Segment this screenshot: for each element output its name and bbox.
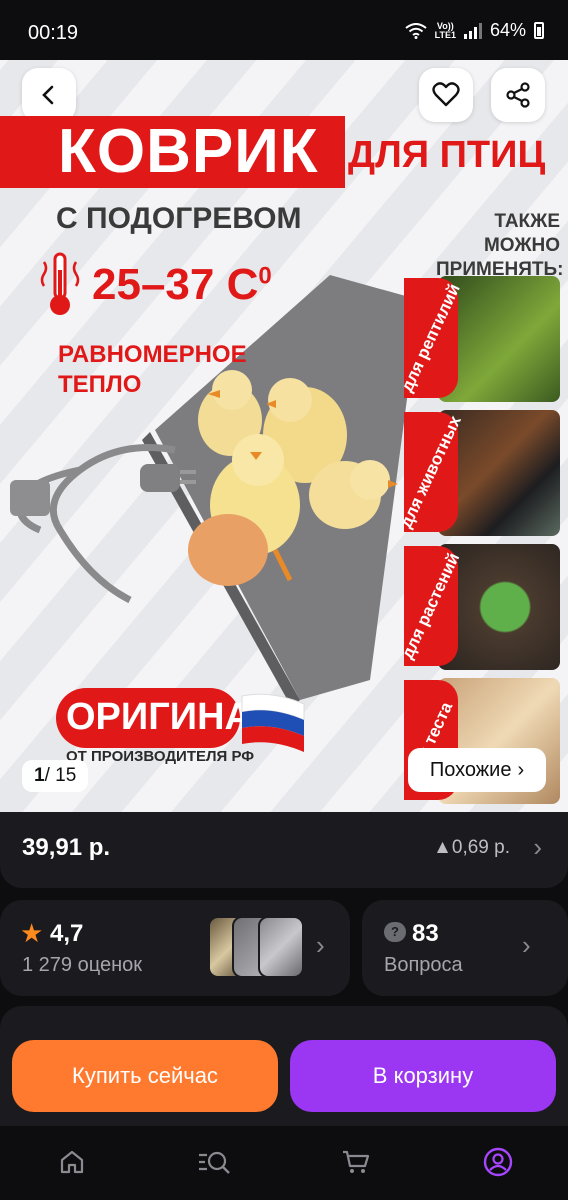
product-title-main: КОВРИК (58, 117, 319, 186)
review-photos (208, 916, 306, 978)
even-heat-line1: РАВНОМЕРНОЕ (58, 341, 247, 368)
triangle-up-icon: ▲ (433, 837, 452, 858)
original-sub-label: ОТ ПРОИЗВОДИТЕЛЯ РФ (66, 748, 255, 765)
price-row[interactable]: 39,91 р. ▲0,69 р. › (0, 812, 568, 888)
back-button[interactable] (22, 68, 76, 122)
nav-home[interactable] (54, 1144, 90, 1180)
share-button[interactable] (491, 68, 545, 122)
star-icon: ★ (20, 918, 44, 948)
similar-button[interactable]: Похожие › (408, 748, 546, 792)
nav-catalog[interactable] (196, 1144, 232, 1180)
chevron-right-icon: › (316, 930, 325, 960)
bottom-nav (0, 1126, 568, 1200)
price-value: 39,91 р. (22, 834, 111, 861)
price-delta-value: 0,69 р. (451, 837, 510, 858)
profile-icon (483, 1147, 513, 1177)
chevron-left-icon (42, 85, 54, 105)
image-counter-total: / 15 (44, 765, 77, 786)
home-icon (60, 1150, 84, 1174)
chevron-right-icon: › (517, 758, 525, 781)
thermometer-icon (40, 252, 80, 315)
price-change: ▲0,69 р. (433, 837, 510, 859)
add-to-cart-button[interactable]: В корзину (290, 1040, 556, 1112)
heart-icon (432, 82, 460, 107)
chevron-right-icon: › (533, 832, 542, 862)
similar-label: Похожие (429, 758, 512, 781)
heated-label: С ПОДОГРЕВОМ (56, 202, 302, 235)
favorite-button[interactable] (419, 68, 473, 122)
rating-card[interactable]: ★ 4,7 1 279 оценок › (0, 900, 350, 996)
use-tag-reptiles: для рептилий (397, 278, 464, 398)
image-counter-current: 1 (34, 765, 45, 786)
temperature-degree: 0 (258, 262, 272, 290)
even-heat-text: РАВНОМЕРНОЕ ТЕПЛО (58, 340, 247, 400)
question-bubble-icon: ? (384, 922, 406, 942)
product-image-gallery[interactable]: КОВРИК ДЛЯ ПТИЦ С ПОДОГРЕВОМ 25–37 С0 РА… (0, 60, 568, 812)
signal-icon (463, 22, 482, 39)
battery-icon (534, 22, 544, 39)
wifi-icon (405, 22, 427, 39)
cart-icon (343, 1150, 370, 1173)
chevron-right-icon: › (522, 930, 531, 960)
also-use-text: ТАКЖЕ МОЖНО ПРИМЕНЯТЬ: (436, 210, 563, 282)
buy-now-button[interactable]: Купить сейчас (12, 1040, 278, 1112)
questions-card[interactable]: ? 83 Вопроса › (362, 900, 568, 996)
rating-count: 1 279 оценок (22, 954, 142, 976)
catalog-search-icon (199, 1151, 230, 1174)
nav-profile[interactable] (480, 1144, 516, 1180)
even-heat-line2: ТЕПЛО (58, 371, 142, 398)
battery-percent: 64% (489, 20, 526, 40)
use-tag-plants: для растений (398, 546, 463, 666)
temperature-range: 25–37 С0 (92, 260, 272, 310)
also-line1: ТАКЖЕ МОЖНО (483, 211, 560, 256)
status-bar: 00:19 Vo)) LTE1 64% (0, 0, 568, 60)
image-counter: 1 / 15 (22, 760, 89, 792)
use-tag-animals: для животных (396, 412, 465, 532)
temperature-value: 25–37 С (92, 260, 259, 309)
status-time: 00:19 (28, 22, 79, 44)
volte-indicator: Vo)) LTE1 (434, 20, 456, 40)
questions-label: Вопроса (384, 954, 463, 976)
share-icon (506, 82, 530, 108)
rating-value: 4,7 (50, 920, 84, 947)
nav-cart[interactable] (338, 1144, 374, 1180)
product-title-sub: ДЛЯ ПТИЦ (348, 134, 546, 176)
status-icons: Vo)) LTE1 64% (405, 20, 544, 41)
review-photo (258, 916, 304, 978)
questions-count: 83 (412, 920, 439, 947)
